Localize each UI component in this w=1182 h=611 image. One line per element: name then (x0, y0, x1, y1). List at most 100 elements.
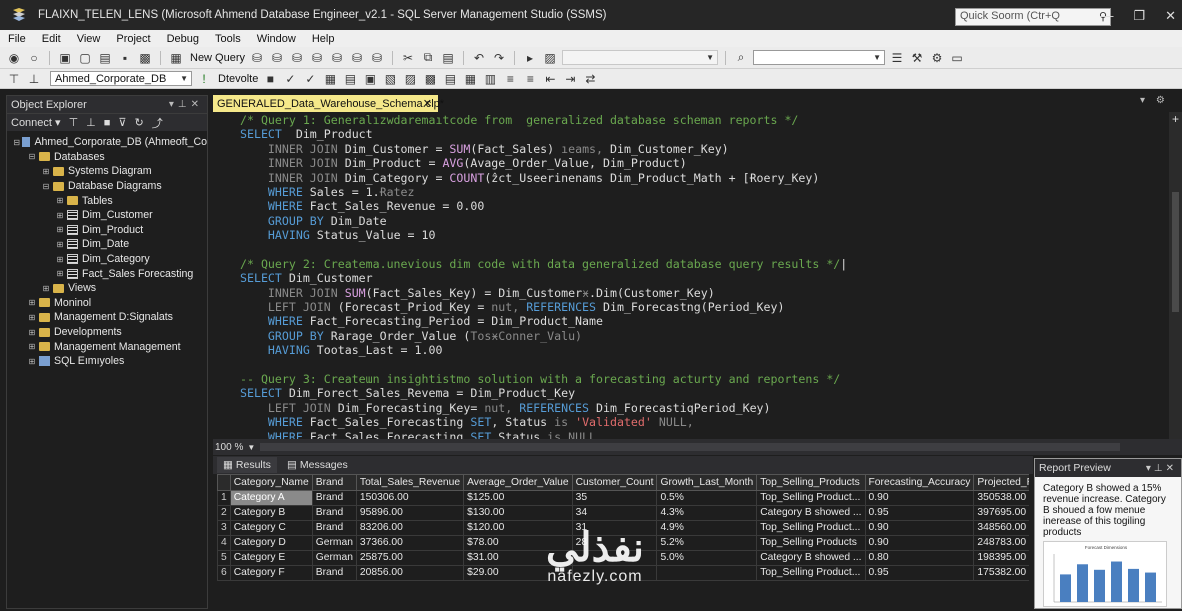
table-cell[interactable]: Brand (311, 504, 357, 521)
new-query-icon[interactable]: ▦ (168, 51, 184, 65)
expand-icon[interactable]: ⊞ (27, 328, 37, 337)
column-header[interactable] (217, 474, 231, 491)
open-file-icon[interactable]: ▤ (97, 51, 113, 65)
expand-icon[interactable]: ⊞ (27, 357, 37, 366)
new-project-icon[interactable]: ▣ (57, 51, 73, 65)
table-cell[interactable]: Brand (311, 489, 357, 506)
new-query-button[interactable]: New Query (190, 52, 245, 64)
close-button[interactable]: ✕ (1165, 8, 1176, 24)
table-cell[interactable]: 95896.00 (355, 504, 465, 521)
editor-horizontal-scrollbar[interactable] (260, 443, 1120, 451)
table-cell[interactable]: Category A (229, 489, 313, 506)
database-dropdown[interactable]: Ahmed_Corporate_DB ▼ (50, 71, 192, 86)
row-number[interactable]: 3 (217, 519, 231, 536)
row-number[interactable]: 2 (217, 504, 231, 521)
undo-icon[interactable]: ↶ (471, 51, 487, 65)
tree-node[interactable]: ⊞ Dim_Date (7, 237, 207, 252)
table-cell[interactable]: 248783.00 (973, 534, 1029, 551)
table-cell[interactable]: 150306.00 (355, 489, 465, 506)
table-cell[interactable]: 20856.00 (355, 564, 465, 581)
row-number[interactable]: 4 (217, 534, 231, 551)
table-cell[interactable]: 348560.00 (973, 519, 1029, 536)
execute-button[interactable]: Dtevolte (218, 73, 258, 85)
expand-icon[interactable]: ⊞ (41, 167, 51, 176)
table-cell[interactable]: 0.5% (656, 489, 758, 506)
table-cell[interactable]: 37366.00 (355, 534, 465, 551)
close-panel-icon[interactable]: ✕ (191, 99, 203, 110)
column-header[interactable]: Customer_Count (571, 474, 658, 491)
column-header[interactable]: Top_Selling_Products (756, 474, 866, 491)
query-editor[interactable]: /* Query 1: Generalızwdaremaıtcode from … (213, 112, 1169, 439)
xmla-query-icon[interactable]: ⛁ (309, 51, 325, 65)
client-stats-icon[interactable]: ▩ (422, 72, 438, 86)
table-cell[interactable]: Top_Selling Product... (756, 564, 866, 581)
refresh-icon[interactable]: ↻ (134, 116, 143, 129)
table-cell[interactable]: 34 (571, 504, 658, 521)
query-template-icon[interactable]: ⛁ (349, 51, 365, 65)
column-header[interactable]: Category_Name (229, 474, 313, 491)
tab-results[interactable]: ▦ Results (217, 457, 277, 473)
tree-node[interactable]: ⊞ Dim_Product (7, 223, 207, 238)
live-stats-icon[interactable]: ▨ (402, 72, 418, 86)
expand-icon[interactable]: ⊞ (27, 298, 37, 307)
table-cell[interactable]: Top_Selling Product... (756, 489, 866, 506)
solution-config-dropdown[interactable]: ▼ (562, 50, 719, 65)
sql-code[interactable]: /* Query 1: Generalızwdaremaıtcode from … (240, 113, 1169, 439)
table-cell[interactable]: Category E (229, 549, 313, 566)
table-cell[interactable]: Category D (229, 534, 313, 551)
column-header[interactable]: Average_Order_Value (463, 474, 573, 491)
expand-icon[interactable]: ⊞ (55, 240, 65, 249)
find-dropdown[interactable]: ▼ (753, 50, 886, 65)
tab-messages[interactable]: ▤ Messages (281, 457, 354, 473)
disconnect-icon[interactable]: ⊥ (86, 116, 96, 129)
dmx-query-icon[interactable]: ⛁ (289, 51, 305, 65)
parse-icon[interactable]: ✓ (282, 72, 298, 86)
row-number[interactable]: 1 (217, 489, 231, 506)
table-row[interactable]: 2 Category B Brand 95896.00 $130.00 34 4.3% Cat… (217, 504, 1029, 521)
split-icon[interactable]: + (1169, 112, 1182, 126)
expand-icon[interactable]: ⊞ (27, 313, 37, 322)
actual-plan-icon[interactable]: ▧ (382, 72, 398, 86)
query-options-icon[interactable]: ▤ (342, 72, 358, 86)
tab-settings-icon[interactable]: ⚙ (1156, 95, 1169, 106)
column-header[interactable]: Total_Sales_Revenue (355, 474, 465, 491)
save-all-icon[interactable]: ▩ (137, 51, 153, 65)
cut-icon[interactable]: ✂ (400, 51, 416, 65)
expand-icon[interactable]: ⊞ (55, 225, 65, 234)
tree-node[interactable]: ⊞ Developments (7, 325, 207, 340)
results-to-file-icon[interactable]: ▥ (482, 72, 498, 86)
table-cell[interactable]: 35 (571, 489, 658, 506)
properties-icon[interactable]: ☰ (889, 51, 905, 65)
table-cell[interactable]: 0.90 (864, 534, 975, 551)
menu-window[interactable]: Window (249, 33, 304, 45)
cancel-query-icon[interactable]: ■ (262, 72, 278, 86)
table-cell[interactable]: 0.90 (864, 489, 975, 506)
start-icon[interactable]: ▸ (522, 51, 538, 65)
copy-icon[interactable]: ⧉ (420, 50, 436, 65)
back-icon[interactable]: ◉ (6, 51, 22, 65)
tree-node[interactable]: ⊞ Management D:Signalats (7, 310, 207, 325)
intellisense-icon[interactable]: ▣ (362, 72, 378, 86)
connect-button[interactable]: Connect ▾ (11, 116, 61, 129)
decrease-indent-icon[interactable]: ⇤ (542, 72, 558, 86)
toolbox-icon[interactable]: ⚒ (909, 51, 925, 65)
results-to-grid-icon[interactable]: ▦ (462, 72, 478, 86)
rp-dropdown-icon[interactable]: ▾ (1146, 463, 1154, 474)
tree-node[interactable]: ⊞ Moninol (7, 296, 207, 311)
options-icon[interactable]: ⚙ (929, 51, 945, 65)
menu-project[interactable]: Project (108, 33, 158, 45)
increase-indent-icon[interactable]: ⇥ (562, 72, 578, 86)
expand-icon[interactable]: ⊞ (55, 211, 65, 220)
uncomment-icon[interactable]: ≡ (522, 72, 538, 86)
table-cell[interactable]: Category B showed ... (756, 549, 866, 566)
tree-node[interactable]: ⊟ Databases (7, 150, 207, 165)
column-header[interactable]: Forecasting_Accuracy (864, 474, 975, 491)
tree-node[interactable]: ⊞ Views (7, 281, 207, 296)
minimize-button[interactable]: — (1100, 8, 1113, 24)
table-cell[interactable]: 0.80 (864, 549, 975, 566)
tree-node[interactable]: ⊞ Dim_Category (7, 252, 207, 267)
mdx-query-icon[interactable]: ⛁ (269, 51, 285, 65)
table-cell[interactable]: 83206.00 (355, 519, 465, 536)
table-cell[interactable]: German (311, 534, 357, 551)
results-to-text-icon[interactable]: ▤ (442, 72, 458, 86)
